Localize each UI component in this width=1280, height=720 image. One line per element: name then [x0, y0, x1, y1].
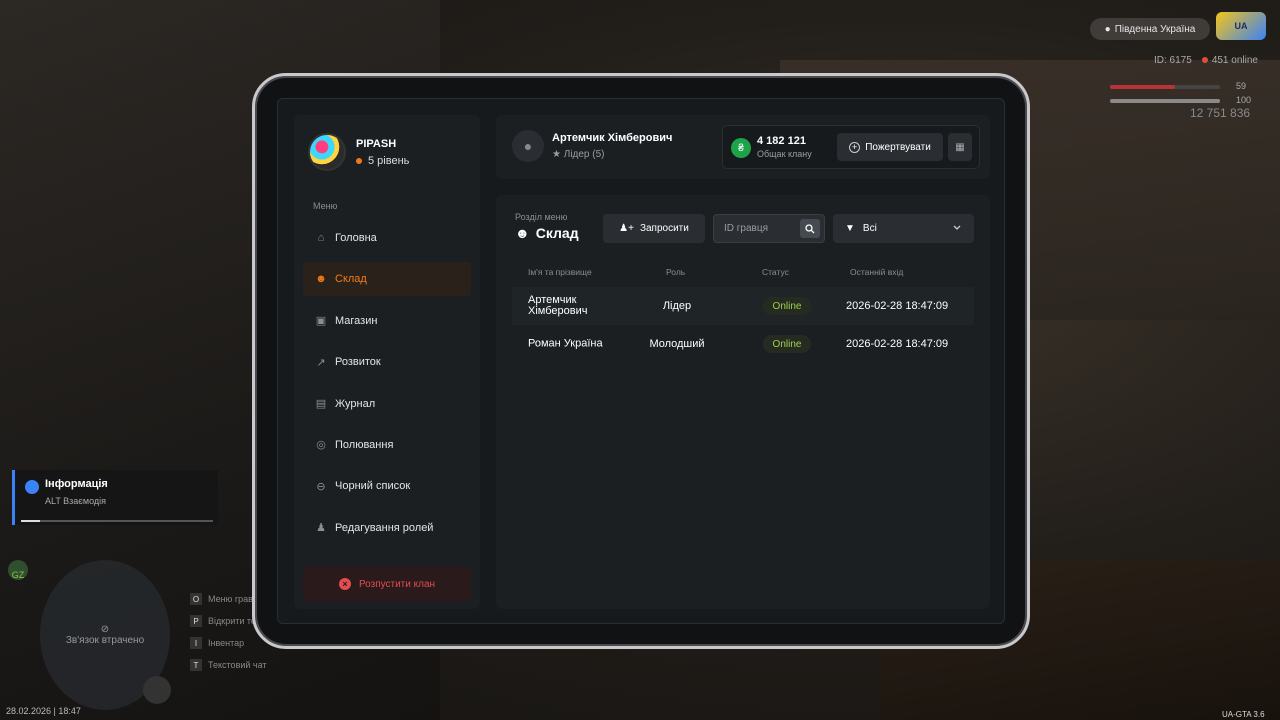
date-stamp: 28.02.2026 | 18:47 [6, 706, 81, 716]
microphone-icon [143, 676, 171, 704]
column-header-last-login: Останній вхід [850, 267, 904, 277]
location-pin-icon: ● [1104, 23, 1111, 35]
member-name: Артемчик Хімберович [528, 294, 588, 317]
menu-caption: Меню [313, 201, 338, 211]
health-value: 59 [1236, 81, 1247, 91]
filter-icon: ▼ [845, 223, 855, 234]
leader-name: Артемчик Хімберович [552, 132, 673, 144]
user-edit-icon: ♟ [316, 522, 326, 535]
tablet-frame: PIPASH 5 рівень Меню ⌂ Головна ☻ Склад ▣… [252, 73, 1030, 649]
members-panel: Розділ меню ☻ Склад ♟+ Запросити ▼ [496, 195, 990, 609]
info-progress [21, 520, 213, 522]
column-header-name: Ім'я та прізвище [528, 267, 592, 277]
sidebar-item-home[interactable]: ⌂ Головна [303, 221, 471, 255]
info-notification: Інформація ALT Взаємодія [12, 470, 218, 525]
member-name: Роман Україна [528, 337, 603, 350]
role-filter-select[interactable]: ▼ Всі [833, 214, 974, 243]
member-last-login: 2026-02-28 18:47:09 [846, 338, 949, 350]
player-id-input[interactable] [714, 215, 800, 242]
sidebar-item-journal[interactable]: ▤ Журнал [303, 387, 471, 421]
money-icon: ₴ [731, 138, 751, 158]
info-icon [25, 480, 39, 494]
clan-level: 5 рівень [356, 155, 409, 167]
home-icon: ⌂ [317, 232, 325, 244]
armor-bar [1110, 99, 1220, 103]
chevron-down-icon [953, 225, 961, 230]
members-table-header: Ім'я та прізвище Роль Статус Останній вх… [512, 267, 974, 281]
hud-player-info: ID: 6175 451 online [1154, 55, 1258, 66]
bank-label: Общак клану [757, 149, 812, 159]
close-circle-icon: × [338, 578, 351, 590]
star-icon: ★ [552, 149, 564, 160]
plus-circle-icon: + [849, 141, 861, 153]
leader-info: ● Артемчик Хімберович ★ Лідер (5) [512, 130, 672, 162]
people-icon: ☻ [315, 273, 327, 286]
clan-avatar [308, 133, 346, 171]
section-caption: Розділ меню [515, 212, 568, 222]
sidebar: PIPASH 5 рівень Меню ⌂ Головна ☻ Склад ▣… [294, 115, 480, 609]
member-role: Молодший [649, 338, 705, 350]
no-signal-icon: ⊘ [100, 624, 110, 635]
version-stamp: UA-GTA 3.6 [1222, 710, 1265, 719]
clan-header: ● Артемчик Хімберович ★ Лідер (5) ₴ 4 18… [496, 115, 990, 179]
gang-zone-indicator: GZ [8, 560, 28, 580]
sidebar-item-edit-roles[interactable]: ♟ Редагування ролей [303, 511, 471, 545]
target-icon: ◎ [316, 439, 326, 452]
tablet-screen: PIPASH 5 рівень Меню ⌂ Головна ☻ Склад ▣… [277, 98, 1005, 624]
box-icon: ▦ [955, 141, 965, 153]
status-badge: Online [763, 297, 811, 315]
search-icon [805, 223, 815, 233]
hotkey-row: T Текстовий чат [190, 654, 283, 676]
member-last-login: 2026-02-28 18:47:09 [846, 300, 949, 312]
table-row[interactable]: Роман Україна Молодший Online 2026-02-28… [512, 325, 974, 363]
region-badge: ● Південна Україна [1090, 18, 1210, 40]
sidebar-menu: ⌂ Головна ☻ Склад ▣ Магазин ↗ Розвиток ▤ [303, 221, 471, 552]
section-title: ☻ Склад [515, 225, 579, 241]
add-user-icon: ♟+ [619, 223, 634, 234]
level-dot-icon [356, 157, 362, 164]
status-badge: Online [763, 335, 811, 353]
user-icon: ● [512, 130, 544, 162]
people-icon: ☻ [515, 225, 530, 241]
sidebar-item-blacklist[interactable]: ⊖ Чорний список [303, 469, 471, 503]
column-header-role: Роль [666, 267, 686, 277]
clan-bank: ₴ 4 182 121 Общак клану + Пожертвувати ▦ [722, 125, 980, 169]
online-dot-icon [1201, 57, 1208, 63]
storage-box-button[interactable]: ▦ [948, 133, 972, 161]
info-title: Інформація [45, 478, 108, 490]
money-display: 12 751 836 [1190, 106, 1251, 120]
members-table: Артемчик Хімберович Лідер Online 2026-02… [512, 287, 974, 363]
clan-profile: PIPASH 5 рівень [308, 133, 409, 171]
shop-icon: ▣ [315, 315, 327, 328]
column-header-status: Статус [762, 267, 789, 277]
health-bar [1110, 85, 1220, 89]
sidebar-item-development[interactable]: ↗ Розвиток [303, 345, 471, 379]
armor-value: 100 [1236, 95, 1252, 105]
player-search [713, 214, 825, 243]
server-logo: UA [1216, 12, 1266, 40]
donate-button[interactable]: + Пожертвувати [837, 133, 943, 161]
disband-clan-button[interactable]: × Розпустити клан [303, 567, 471, 601]
leader-role: ★ Лідер (5) [552, 149, 605, 160]
search-button[interactable] [800, 219, 820, 238]
sidebar-item-hunting[interactable]: ◎ Полювання [303, 428, 471, 462]
table-row[interactable]: Артемчик Хімберович Лідер Online 2026-02… [512, 287, 974, 325]
minimap-status: Зв'язок втрачено [65, 635, 145, 646]
sidebar-item-shop[interactable]: ▣ Магазин [303, 304, 471, 338]
bank-sum: 4 182 121 [757, 135, 806, 147]
invite-button[interactable]: ♟+ Запросити [603, 214, 705, 243]
member-role: Лідер [662, 300, 692, 312]
sidebar-item-members[interactable]: ☻ Склад [303, 262, 471, 297]
book-icon: ▤ [315, 398, 327, 411]
info-subtitle: ALT Взаємодія [45, 496, 107, 506]
block-icon: ⊖ [316, 480, 326, 493]
chart-icon: ↗ [316, 356, 326, 369]
clan-name: PIPASH [356, 137, 397, 150]
